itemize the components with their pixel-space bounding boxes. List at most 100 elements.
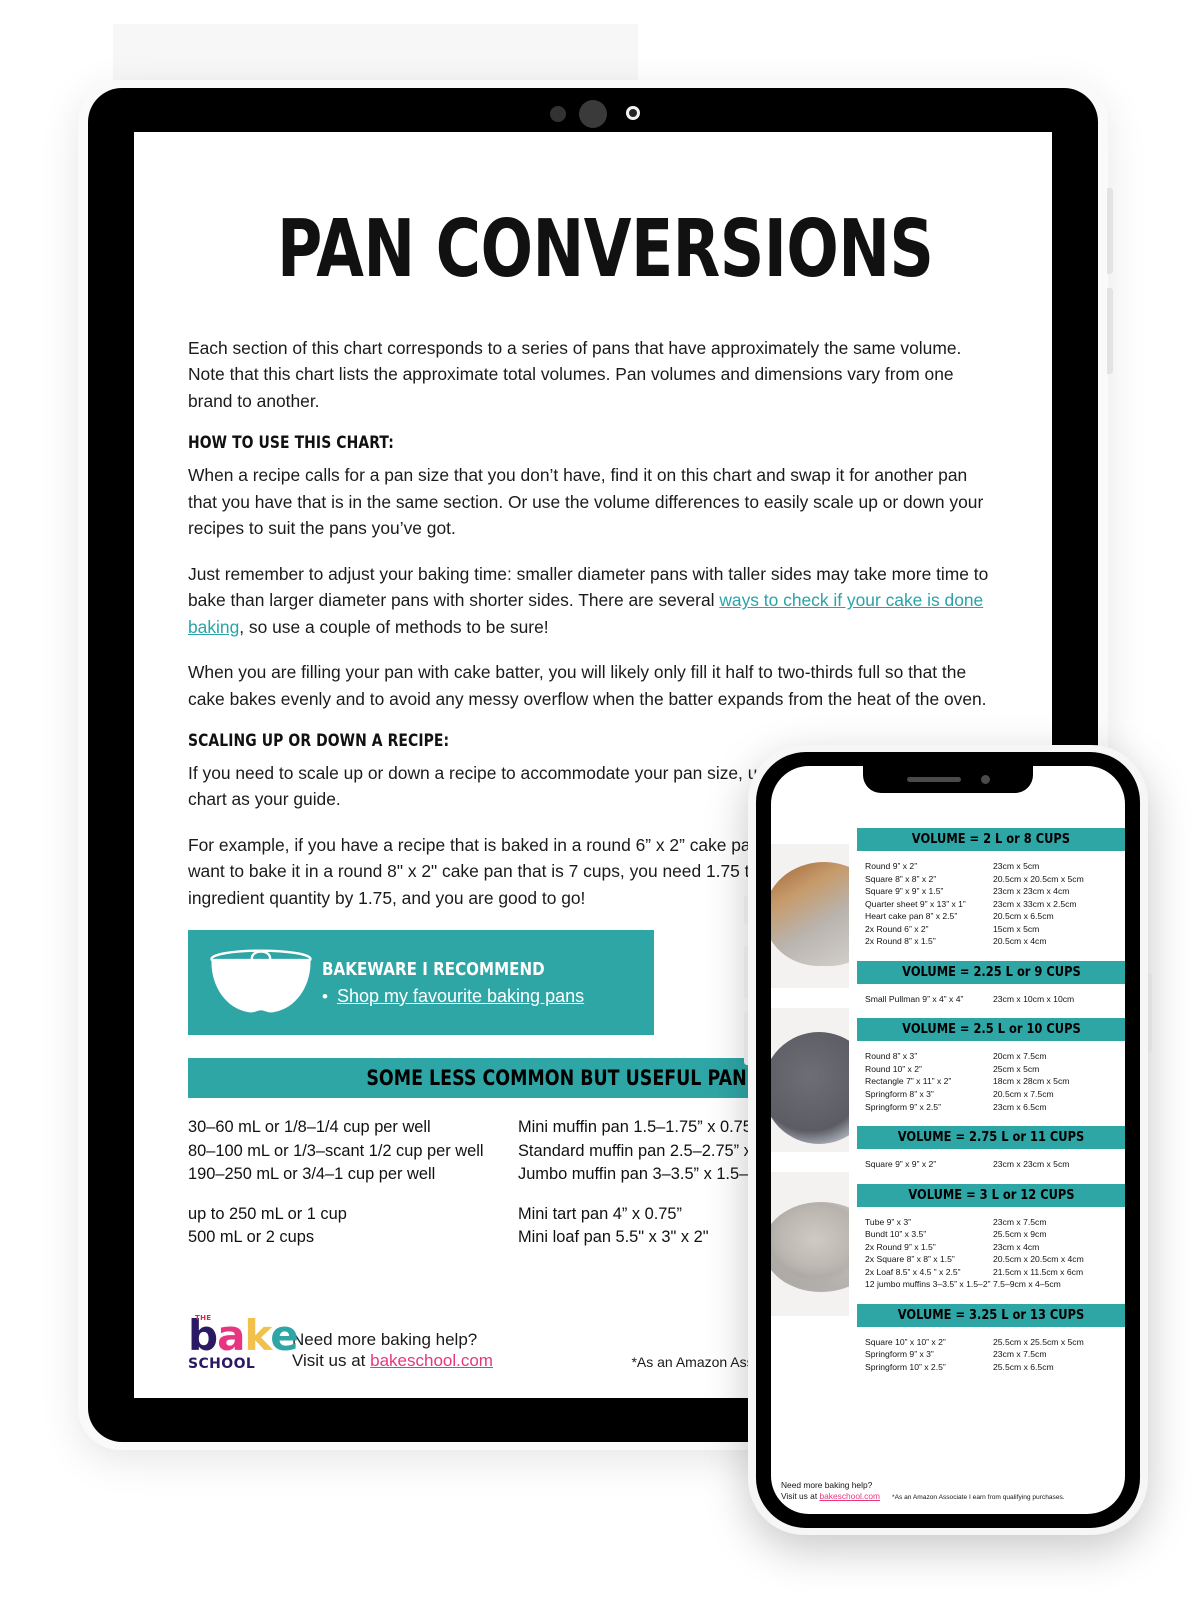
table-row: 2x Loaf 8.5” x 4.5 ” x 2.5” 21.5cm x 11.5… xyxy=(865,1266,1125,1279)
pan-name: Square 10” x 10” x 2” xyxy=(865,1336,946,1347)
volume-rows: Square 9” x 9” x 2” 23cm x 23cm x 5cm xyxy=(857,1158,1125,1171)
table-row: Round 8” x 3” 20cm x 7.5cm xyxy=(865,1050,1125,1063)
pan-metric: 21.5cm x 11.5cm x 6cm xyxy=(993,1266,1084,1277)
pan-name: Springform 10” x 2.5” xyxy=(865,1362,946,1373)
phone-amazon-disclaimer: *As an Amazon Associate I earn from qual… xyxy=(892,1494,1065,1501)
phone-front-camera-icon xyxy=(980,775,990,784)
phone-notch xyxy=(863,766,1033,793)
volume-section-header: VOLUME = 3 L or 12 CUPS xyxy=(857,1183,1125,1207)
table-row: Springform 9” x 3” 23cm x 7.5cm xyxy=(865,1348,1125,1361)
volume-section-label: VOLUME = 2.75 L or 11 CUPS xyxy=(897,1130,1085,1146)
phone-mute-switch[interactable] xyxy=(744,895,748,925)
logo-letter-e: e xyxy=(270,1311,298,1361)
pan-metric: 18cm x 28cm x 5cm xyxy=(993,1076,1070,1087)
recommend-text: BAKEWARE I RECOMMEND • Shop my favourite… xyxy=(316,959,587,1007)
pan-name: 2x Loaf 8.5” x 4.5 ” x 2.5” xyxy=(865,1266,961,1277)
phone-footer-contact: Need more baking help? Visit us at bakes… xyxy=(781,1480,880,1502)
pan-metric: 25.5cm x 9cm xyxy=(993,1229,1047,1240)
table-row: Bundt 10” x 3.5” 25.5cm x 9cm xyxy=(865,1228,1125,1241)
lc-left-item: up to 250 mL or 1 cup xyxy=(188,1205,347,1224)
pan-name: Springform 8” x 3” xyxy=(865,1089,934,1100)
page-title: PAN CONVERSIONS xyxy=(277,203,934,295)
scaling-heading: SCALING UP OR DOWN A RECIPE: xyxy=(188,730,450,751)
table-row: Square 10” x 10” x 2” 25.5cm x 25.5cm x 5… xyxy=(865,1336,1125,1349)
pan-metric: 23cm x 23cm x 5cm xyxy=(993,1159,1070,1170)
phone-bakeschool-link[interactable]: bakeschool.com xyxy=(819,1491,880,1501)
volume-section: VOLUME = 2.25 L or 9 CUPS Small Pullman … xyxy=(857,960,1125,1006)
pan-metric: 23cm x 5cm xyxy=(993,861,1040,871)
heart-pan-shape xyxy=(771,862,849,966)
pan-metric: 7.5–9cm x 4–5cm xyxy=(993,1279,1061,1290)
fluted-tart-pan-photo xyxy=(771,1008,849,1152)
bake-school-logo: THE bake SCHOOL xyxy=(188,1314,299,1372)
pan-name: Springform 9” x 3” xyxy=(865,1349,934,1360)
pan-metric: 23cm x 7.5cm xyxy=(993,1349,1047,1360)
pan-metric: 20.5cm x 4cm xyxy=(993,936,1047,947)
pan-name: Quarter sheet 9” x 13” x 1” xyxy=(865,898,966,909)
table-row: Square 8” x 8” x 2” 20.5cm x 20.5cm x 5cm xyxy=(865,873,1125,886)
bundt-pan-icon xyxy=(206,944,316,1021)
logo-letter-k: k xyxy=(244,1311,271,1361)
how-to-paragraph-2: Just remember to adjust your baking time… xyxy=(188,561,998,640)
table-row: Small Pullman 9” x 4” x 4” 23cm x 10cm x … xyxy=(865,993,1125,1006)
pan-metric: 20.5cm x 6.5cm xyxy=(993,911,1054,922)
phone-volume-up-button[interactable] xyxy=(744,945,748,999)
volume-rows: Round 9” x 2” 23cm x 5cm Square 8” x 8” x… xyxy=(857,860,1125,948)
pan-metric: 25.5cm x 6.5cm xyxy=(993,1362,1054,1373)
table-row: Heart cake pan 8” x 2.5” 20.5cm x 6.5cm xyxy=(865,910,1125,923)
volume-rows: Tube 9” x 3” 23cm x 7.5cm Bundt 10” x 3.5… xyxy=(857,1216,1125,1291)
pan-name: 2x Square 8” x 8” x 1.5” xyxy=(865,1254,955,1265)
heart-cake-pan-photo xyxy=(771,844,849,988)
phone-footer-line-1: Need more baking help? xyxy=(781,1480,873,1491)
pan-name: Small Pullman 9” x 4” x 4” xyxy=(865,993,964,1004)
pan-name: Round 10” x 2” xyxy=(865,1063,922,1074)
bullet-icon: • xyxy=(322,986,328,1006)
lc-left-item: 190–250 mL or 3/4–1 cup per well xyxy=(188,1164,436,1183)
table-row: Square 9” x 9” x 2” 23cm x 23cm x 5cm xyxy=(865,1158,1125,1171)
pan-name: Tube 9” x 3” xyxy=(865,1216,912,1227)
column-spacer xyxy=(188,1186,518,1203)
pan-metric: 23cm x 23cm x 4cm xyxy=(993,886,1070,897)
pan-metric: 15cm x 5cm xyxy=(993,923,1040,934)
pan-metric: 25cm x 5cm xyxy=(993,1063,1040,1074)
bakeschool-link[interactable]: bakeschool.com xyxy=(370,1351,493,1370)
volume-sections: VOLUME = 2 L or 8 CUPS Round 9” x 2” 23cm… xyxy=(853,766,1125,1514)
volume-section: VOLUME = 2.5 L or 10 CUPS Round 8” x 3” 2… xyxy=(857,1018,1125,1113)
footer-line-1: Need more baking help? xyxy=(292,1329,478,1349)
phone-power-button[interactable] xyxy=(1148,973,1152,1053)
table-row: Round 9” x 2” 23cm x 5cm xyxy=(865,860,1125,873)
pan-name: 2x Round 6” x 2” xyxy=(865,923,929,934)
how-to-heading: HOW TO USE THIS CHART: xyxy=(188,433,394,454)
pan-metric: 20.5cm x 7.5cm xyxy=(993,1089,1054,1100)
volume-section-label: VOLUME = 3 L or 12 CUPS xyxy=(907,1187,1075,1203)
table-row: 12 jumbo muffins 3–3.5” x 1.5–2” 7.5–9cm … xyxy=(865,1278,1125,1291)
phone-volume-down-button[interactable] xyxy=(744,1011,748,1065)
footer-visit-prefix: Visit us at xyxy=(292,1351,371,1371)
shop-baking-pans-link[interactable]: Shop my favourite baking pans xyxy=(337,986,584,1007)
bakeware-recommend-box: BAKEWARE I RECOMMEND • Shop my favourite… xyxy=(188,930,654,1036)
volume-rows: Small Pullman 9” x 4” x 4” 23cm x 10cm x … xyxy=(857,993,1125,1006)
how-to-p2-post: , so use a couple of methods to be sure! xyxy=(239,616,549,637)
tablet-volume-up-button[interactable] xyxy=(1107,188,1113,274)
pan-name: Heart cake pan 8” x 2.5” xyxy=(865,911,958,922)
pan-name: 12 jumbo muffins 3–3.5” x 1.5–2” xyxy=(865,1279,991,1290)
volume-section-header: VOLUME = 2.5 L or 10 CUPS xyxy=(857,1018,1125,1042)
volume-section-label: VOLUME = 2 L or 8 CUPS xyxy=(911,832,1071,847)
table-row: 2x Round 6” x 2” 15cm x 5cm xyxy=(865,923,1125,936)
table-row: Square 9” x 9” x 1.5” 23cm x 23cm x 4cm xyxy=(865,885,1125,898)
tablet-light-sensor-icon xyxy=(626,106,640,120)
lc-left-item: 80–100 mL or 1/3–scant 1/2 cup per well xyxy=(188,1141,484,1160)
volume-section-label: VOLUME = 3.25 L or 13 CUPS xyxy=(897,1307,1085,1323)
pan-name: 2x Round 8” x 1.5” xyxy=(865,936,936,947)
pan-name: 2x Round 9” x 1.5” xyxy=(865,1241,936,1252)
tablet-volume-down-button[interactable] xyxy=(1107,288,1113,374)
pan-metric: 20.5cm x 20.5cm x 4cm xyxy=(993,1254,1084,1265)
table-row: Rectangle 7” x 11” x 2” 18cm x 28cm x 5cm xyxy=(865,1075,1125,1088)
volume-section: VOLUME = 2.75 L or 11 CUPS Square 9” x 9… xyxy=(857,1126,1125,1171)
pan-metric: 20.5cm x 20.5cm x 5cm xyxy=(993,873,1084,884)
footer-contact: Need more baking help? Visit us at bakes… xyxy=(274,1329,493,1373)
volume-section-header: VOLUME = 2.75 L or 11 CUPS xyxy=(857,1126,1125,1150)
tablet-sensor-icon xyxy=(550,106,566,122)
tablet-front-camera-icon xyxy=(579,100,607,128)
pan-metric: 23cm x 33cm x 2.5cm xyxy=(993,898,1077,909)
